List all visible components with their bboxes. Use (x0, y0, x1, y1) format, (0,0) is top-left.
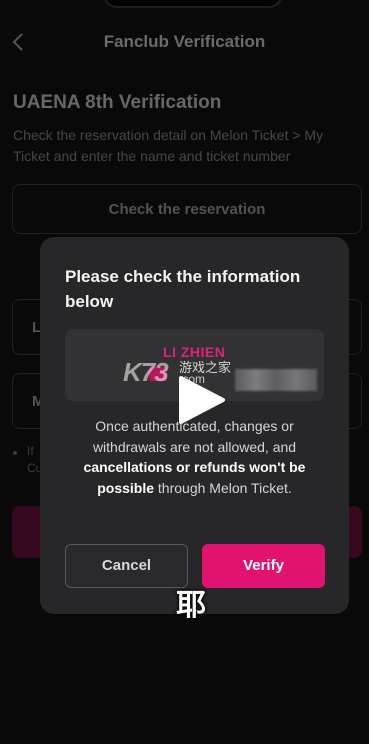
verify-button[interactable]: Verify (202, 544, 325, 588)
cancel-button[interactable]: Cancel (65, 544, 188, 588)
play-icon[interactable] (173, 372, 229, 428)
watermark-logo: K73 (123, 357, 169, 387)
dialog-message: Once authenticated, changes or withdrawa… (83, 418, 306, 496)
video-subtitle: 耶 (176, 589, 206, 622)
blurred-ticket-number (235, 369, 317, 391)
dialog-title: Please check the information below (65, 267, 301, 311)
